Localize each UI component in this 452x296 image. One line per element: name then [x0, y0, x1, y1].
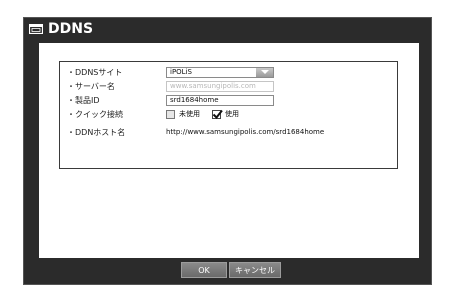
- server-name-label: ・サーバー名: [67, 81, 115, 91]
- unused-label: 未使用: [179, 110, 200, 118]
- dialog-title: DDNS: [48, 21, 94, 37]
- quick-connect-used-option[interactable]: 使用: [212, 109, 239, 119]
- chevron-down-icon[interactable]: [256, 67, 273, 77]
- product-id-input[interactable]: srd1684home: [166, 94, 274, 106]
- dialog-title-bar: DDNS: [24, 18, 431, 40]
- ddn-host-label: ・DDNホスト名: [67, 127, 126, 137]
- product-id-label: ・製品ID: [67, 95, 100, 105]
- dialog-footer: OK キャンセル: [24, 262, 431, 285]
- used-label: 使用: [225, 110, 239, 118]
- ddns-settings-panel: ・DDNSサイト iPOLiS ・サーバー名 www.samsungipolis…: [59, 61, 398, 169]
- product-id-value: srd1684home: [170, 96, 219, 104]
- screen-background: DDNS ・DDNSサイト iPOLiS ・サーバー名 www.samsungi…: [0, 0, 452, 296]
- window-icon: [29, 24, 43, 34]
- dialog-content: ・DDNSサイト iPOLiS ・サーバー名 www.samsungipolis…: [39, 43, 419, 258]
- ok-button[interactable]: OK: [181, 262, 227, 278]
- ddns-dialog: DDNS ・DDNSサイト iPOLiS ・サーバー名 www.samsungi…: [23, 17, 432, 285]
- quick-connect-label: ・クイック接続: [67, 109, 123, 119]
- ddns-site-select[interactable]: iPOLiS: [166, 66, 274, 78]
- used-checkbox[interactable]: [212, 109, 223, 119]
- product-id-row: ・製品ID srd1684home: [67, 93, 274, 107]
- ddn-host-value: http://www.samsungipolis.com/srd1684home: [166, 128, 325, 136]
- server-name-input[interactable]: www.samsungipolis.com: [166, 80, 274, 92]
- ddns-site-label: ・DDNSサイト: [67, 67, 123, 77]
- quick-connect-unused-option[interactable]: 未使用: [166, 109, 200, 119]
- cancel-button[interactable]: キャンセル: [229, 262, 281, 278]
- ddns-site-row: ・DDNSサイト iPOLiS: [67, 65, 274, 79]
- quick-connect-row: ・クイック接続 未使用 使用: [67, 107, 251, 121]
- unused-checkbox[interactable]: [166, 109, 175, 119]
- check-icon: [212, 109, 223, 119]
- ddn-host-row: ・DDNホスト名 http://www.samsungipolis.com/sr…: [67, 125, 324, 139]
- server-name-placeholder: www.samsungipolis.com: [170, 82, 256, 90]
- server-name-row: ・サーバー名 www.samsungipolis.com: [67, 79, 274, 93]
- ddns-site-value: iPOLiS: [170, 68, 192, 76]
